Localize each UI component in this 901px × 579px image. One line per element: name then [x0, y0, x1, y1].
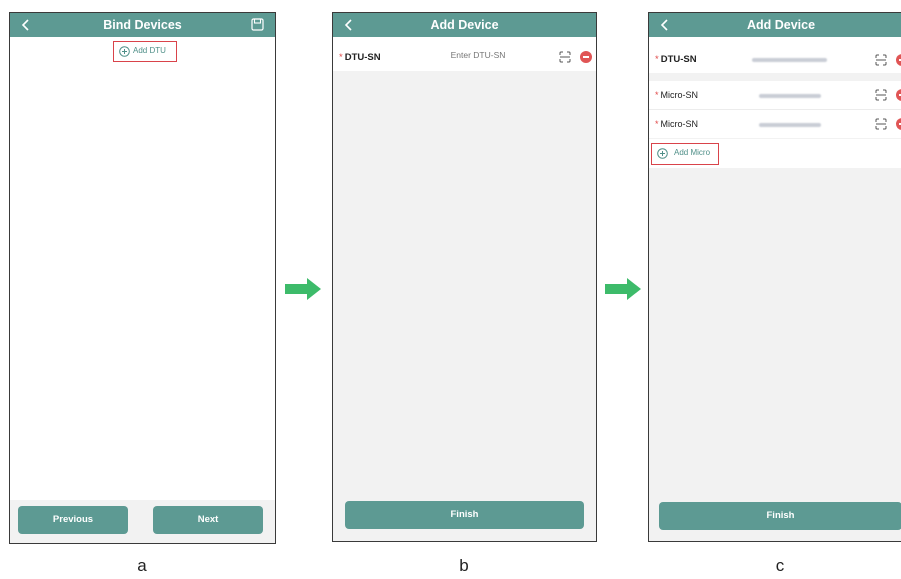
right-arrow-icon — [605, 278, 641, 300]
dtu-sn-row: * DTU-SN — [333, 37, 596, 71]
content-background — [333, 71, 596, 541]
required-marker: * — [655, 90, 659, 100]
add-micro-button[interactable]: Add Micro — [651, 143, 719, 165]
caption-a: a — [137, 556, 147, 575]
scan-icon[interactable] — [875, 54, 887, 66]
page-title: Add Device — [430, 18, 499, 32]
add-dtu-label: Add DTU — [133, 46, 166, 55]
micro-sn-label: * Micro-SN — [655, 90, 699, 100]
dtu-sn-label: * DTU-SN — [339, 52, 381, 63]
plus-circle-icon — [119, 46, 130, 57]
phone-screen-c: Add Device * DTU-SN * Micro-SN * Micro-SN A… — [648, 12, 901, 542]
scan-icon[interactable] — [875, 118, 887, 130]
phone-screen-a: Bind Devices Add DTU Previous Next — [9, 12, 276, 544]
page-title: Bind Devices — [103, 18, 182, 32]
page-title: Add Device — [746, 18, 816, 32]
add-micro-label: Add Micro — [674, 148, 711, 157]
required-marker: * — [655, 54, 659, 65]
micro-sn-label: * Micro-SN — [655, 119, 699, 129]
header-bar: Add Device — [333, 13, 596, 37]
header-bar: Bind Devices — [10, 13, 275, 37]
dtu-sn-label: * DTU-SN — [655, 54, 697, 65]
required-marker: * — [655, 119, 659, 129]
scan-icon[interactable] — [559, 51, 571, 63]
finish-button[interactable]: Finish — [659, 502, 901, 530]
delete-row-icon[interactable] — [896, 54, 901, 66]
micro-sn-row: * Micro-SN — [649, 81, 901, 109]
previous-button[interactable]: Previous — [18, 506, 128, 534]
delete-row-icon[interactable] — [580, 51, 592, 63]
required-marker: * — [339, 52, 343, 63]
caption-b: b — [459, 556, 469, 575]
micro-sn-row: * Micro-SN — [649, 110, 901, 138]
save-icon[interactable] — [251, 18, 264, 31]
next-button[interactable]: Next — [153, 506, 263, 534]
scan-icon[interactable] — [875, 89, 887, 101]
micro-sn-value[interactable] — [759, 123, 821, 127]
dtu-sn-input[interactable] — [431, 49, 525, 61]
phone-screen-b: Add Device *DTU-SN Finish — [332, 12, 597, 542]
plus-circle-icon — [657, 148, 668, 159]
micro-sn-value[interactable] — [759, 94, 821, 98]
delete-row-icon[interactable] — [896, 89, 901, 101]
delete-row-icon[interactable] — [896, 118, 901, 130]
caption-c: c — [775, 556, 785, 575]
finish-button[interactable]: Finish — [345, 501, 584, 529]
right-arrow-icon — [285, 278, 321, 300]
dtu-sn-value[interactable] — [752, 58, 827, 62]
dtu-sn-row: * DTU-SN — [649, 37, 901, 73]
header-bar: Add Device — [649, 13, 901, 37]
add-dtu-button[interactable]: Add DTU — [113, 41, 177, 62]
